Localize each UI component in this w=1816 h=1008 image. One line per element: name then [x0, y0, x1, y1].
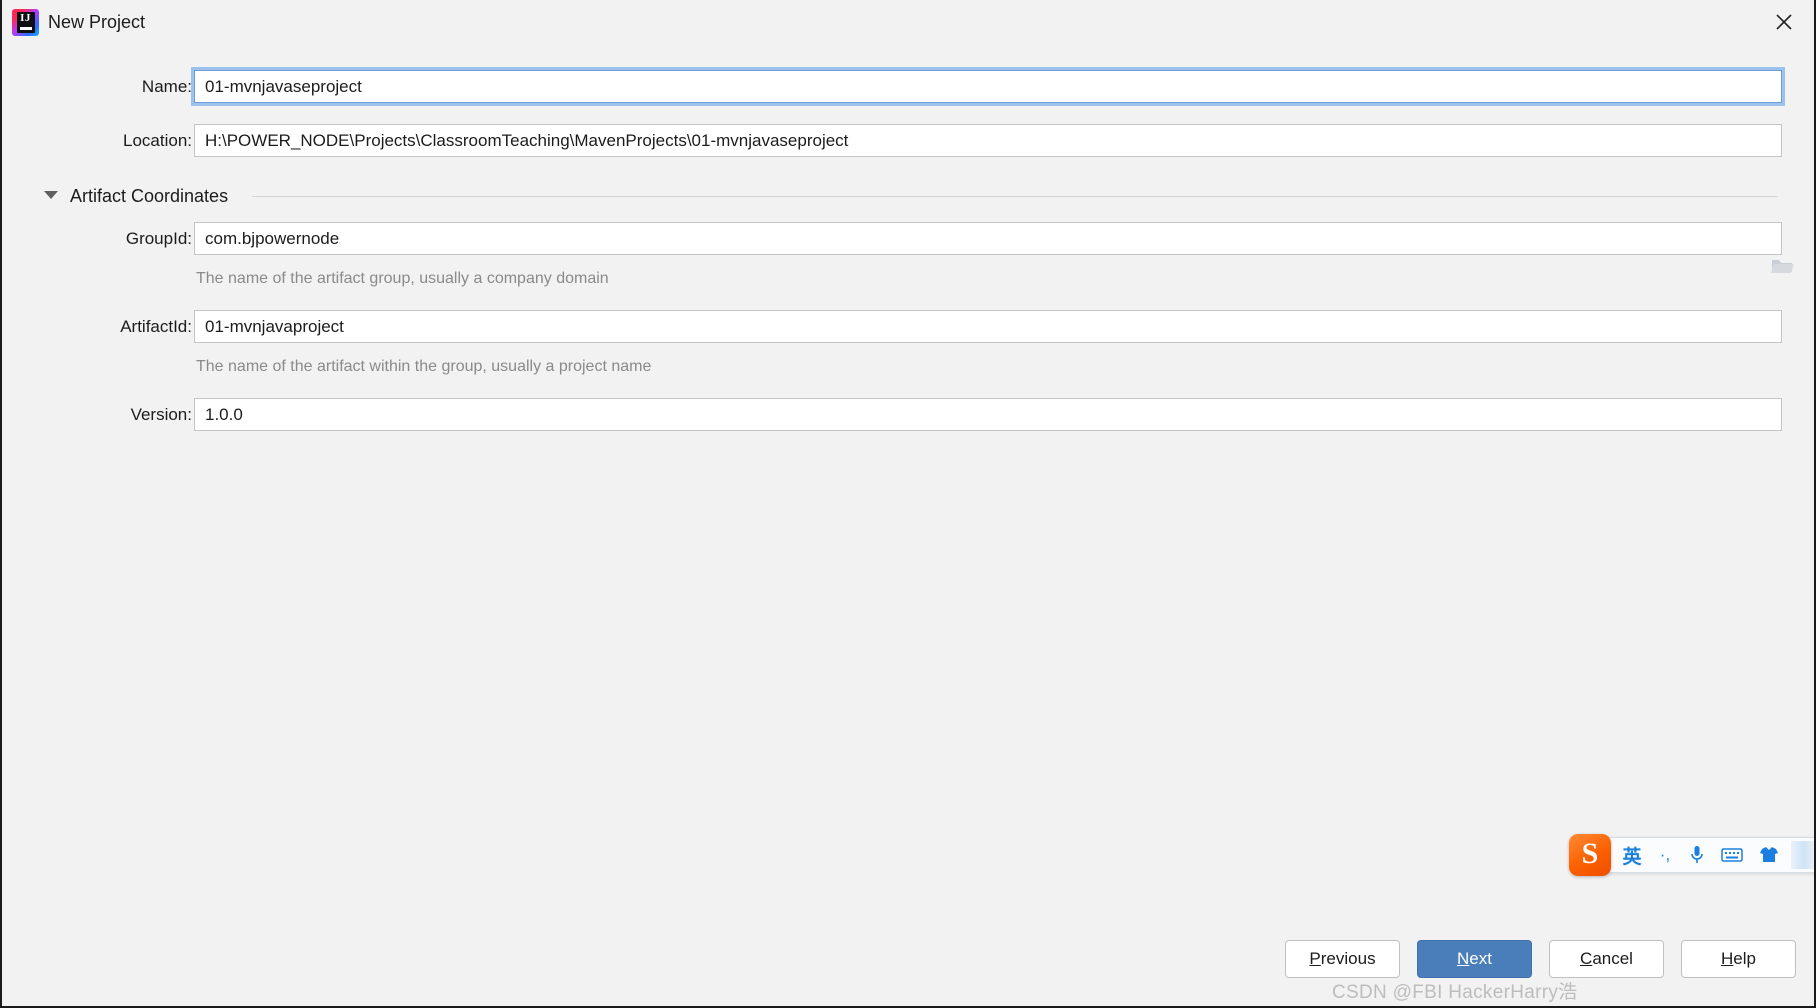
microphone-icon[interactable] — [1683, 838, 1711, 872]
next-button[interactable]: Next — [1417, 940, 1532, 978]
next-button-mnemonic: N — [1457, 949, 1470, 968]
previous-button[interactable]: Previous — [1285, 940, 1400, 978]
section-divider — [252, 196, 1778, 197]
cancel-button-label: ancel — [1592, 949, 1633, 968]
location-input[interactable] — [194, 124, 1782, 157]
dialog-title: New Project — [48, 12, 146, 32]
next-button-label: ext — [1469, 949, 1492, 968]
ime-toolbar-edge — [1791, 841, 1814, 869]
sogou-logo-letter: S — [1581, 837, 1599, 870]
group-id-row: GroupId: — [2, 222, 1814, 255]
name-label: Name: — [141, 77, 192, 96]
cancel-button-mnemonic: C — [1580, 949, 1593, 968]
dialog-titlebar: IJ New Project — [2, 0, 1814, 45]
previous-button-label: revious — [1320, 949, 1376, 968]
dialog-button-bar: Previous Next Cancel Help — [2, 928, 1814, 1006]
help-button-label: elp — [1733, 949, 1756, 968]
tshirt-skin-icon[interactable] — [1755, 838, 1783, 872]
version-label: Version: — [130, 405, 192, 424]
group-id-hint: The name of the artifact group, usually … — [196, 270, 609, 287]
ime-language-mode-button[interactable]: 英 — [1617, 838, 1647, 872]
app-logo-letters: IJ — [20, 12, 31, 24]
artifact-id-label: ArtifactId: — [120, 317, 192, 336]
artifact-id-hint: The name of the artifact within the grou… — [196, 358, 652, 375]
help-button-mnemonic: H — [1721, 949, 1734, 968]
name-input[interactable] — [194, 70, 1782, 103]
punctuation-icon[interactable]: ·, — [1651, 838, 1679, 872]
artifact-id-row: ArtifactId: — [2, 310, 1814, 343]
version-input[interactable] — [194, 398, 1782, 431]
artifact-id-input[interactable] — [194, 310, 1782, 343]
location-row: Location: — [2, 124, 1814, 273]
group-id-input[interactable] — [194, 222, 1782, 255]
name-row: Name: — [2, 70, 1814, 103]
close-button[interactable] — [1754, 0, 1814, 44]
intellij-idea-logo-icon: IJ — [12, 9, 39, 36]
artifact-coordinates-title: Artifact Coordinates — [70, 186, 229, 206]
previous-button-mnemonic: P — [1309, 949, 1321, 968]
cancel-button[interactable]: Cancel — [1549, 940, 1664, 978]
sogou-logo-icon[interactable]: S — [1569, 834, 1611, 876]
folder-icon[interactable] — [1770, 255, 1794, 275]
help-button[interactable]: Help — [1681, 940, 1796, 978]
group-id-label: GroupId: — [125, 229, 192, 248]
new-project-dialog: IJ New Project Name: Location: Artifact … — [0, 0, 1816, 1008]
artifact-coordinates-section-header: Artifact Coordinates — [2, 183, 1814, 209]
close-icon — [1776, 14, 1792, 30]
version-row: Version: — [2, 398, 1814, 431]
keyboard-icon[interactable] — [1717, 838, 1747, 872]
chevron-down-icon[interactable] — [44, 191, 58, 199]
app-logo-underbar — [20, 27, 32, 30]
location-label: Location: — [123, 131, 192, 150]
sogou-ime-toolbar: S 英 ·, — [1569, 834, 1814, 876]
